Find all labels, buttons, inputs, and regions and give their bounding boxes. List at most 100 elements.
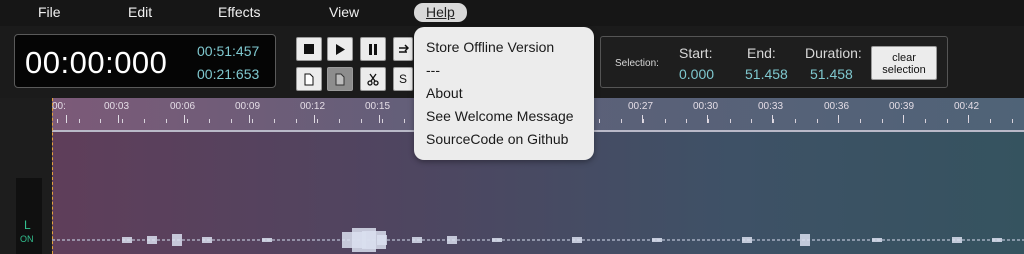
ruler-major-tick: [118, 115, 119, 123]
ruler-minor-tick: [947, 119, 948, 123]
ruler-minor-tick: [599, 119, 600, 123]
ruler-minor-tick: [382, 119, 383, 123]
ruler-minor-tick: [252, 119, 253, 123]
time-display: 00:00:000 00:51:457 00:21:653: [14, 34, 276, 88]
save-button[interactable]: [327, 67, 353, 91]
menu-about[interactable]: About: [426, 85, 463, 101]
ruler-minor-tick: [817, 119, 818, 123]
menu-file[interactable]: File: [38, 4, 61, 20]
waveform-segment: [122, 237, 132, 243]
menu-edit[interactable]: Edit: [128, 4, 152, 20]
ruler-minor-tick: [643, 119, 644, 123]
play-icon: [336, 43, 345, 55]
cut-button[interactable]: [360, 67, 386, 91]
ruler-minor-tick: [209, 119, 210, 123]
selection-time: 00:21:653: [197, 66, 260, 82]
waveform-segment: [572, 237, 582, 243]
ruler-tick-label: 00:06: [170, 101, 196, 112]
channel-toggle[interactable]: L ON: [16, 178, 42, 254]
ruler-minor-tick: [1012, 119, 1013, 123]
menu-view[interactable]: View: [329, 4, 359, 20]
ruler-minor-tick: [144, 119, 145, 123]
waveform-segment: [952, 237, 962, 243]
channel-name: L: [24, 218, 31, 232]
ruler-major-tick: [66, 115, 67, 123]
waveform-segment: [800, 234, 810, 246]
pause-button[interactable]: [360, 37, 386, 61]
playhead-cursor[interactable]: [52, 98, 53, 254]
ruler-minor-tick: [296, 119, 297, 123]
ruler-minor-tick: [860, 119, 861, 123]
ruler-tick-label: 00:27: [628, 101, 654, 112]
ruler-minor-tick: [838, 119, 839, 123]
duration-label: Duration:: [805, 45, 862, 61]
ruler-minor-tick: [122, 119, 123, 123]
save-icon: [335, 73, 345, 85]
ruler-tick-label: 00:39: [889, 101, 915, 112]
start-value: 0.000: [679, 66, 715, 82]
ruler-tick-label: 00:36: [824, 101, 850, 112]
ruler-minor-tick: [79, 119, 80, 123]
menu-welcome-message[interactable]: See Welcome Message: [426, 108, 574, 124]
clear-selection-button[interactable]: clear selection: [871, 46, 937, 80]
ruler-minor-tick: [166, 119, 167, 123]
ruler-minor-tick: [361, 119, 362, 123]
waveform-segment: [202, 237, 212, 243]
start-label: Start:: [679, 45, 713, 61]
selection-label: Selection:: [615, 58, 659, 69]
current-time: 00:00:000: [25, 45, 168, 80]
clear-label-line2: selection: [882, 64, 926, 76]
ruler-minor-tick: [882, 119, 883, 123]
channel-status: ON: [20, 234, 34, 244]
waveform-segment: [742, 237, 752, 243]
menu-separator: ---: [426, 62, 440, 78]
ruler-minor-tick: [925, 119, 926, 123]
menu-help[interactable]: Help: [414, 3, 467, 22]
ruler-minor-tick: [795, 119, 796, 123]
waveform-segment: [872, 238, 882, 242]
ruler-tick-label: 00:15: [365, 101, 391, 112]
duration-value: 51.458: [810, 66, 853, 82]
ruler-minor-tick: [621, 119, 622, 123]
stop-button[interactable]: [296, 37, 322, 61]
ruler-major-tick: [249, 115, 250, 123]
total-duration: 00:51:457: [197, 43, 260, 59]
menu-effects[interactable]: Effects: [218, 4, 261, 20]
waveform-segment: [447, 236, 457, 244]
new-file-button[interactable]: [296, 67, 322, 91]
stop-icon: [304, 44, 314, 54]
waveform-segment: [147, 236, 157, 244]
waveform-segment: [652, 238, 662, 242]
loop-icon: [399, 43, 409, 53]
ruler-tick-label: 00:12: [300, 101, 326, 112]
waveform-segment: [377, 235, 387, 245]
ruler-tick-label: 00:33: [758, 101, 784, 112]
ruler-minor-tick: [100, 119, 101, 123]
play-button[interactable]: [327, 37, 353, 61]
scissors-icon: [367, 73, 379, 86]
ruler-tick-label: 00:42: [954, 101, 980, 112]
partial-toolbar-button[interactable]: S: [393, 67, 413, 91]
menu-sourcecode[interactable]: SourceCode on Github: [426, 131, 568, 147]
ruler-minor-tick: [968, 119, 969, 123]
menu-store-offline[interactable]: Store Offline Version: [426, 39, 554, 55]
waveform-segment: [262, 238, 272, 242]
ruler-major-tick: [314, 115, 315, 123]
pause-icon: [369, 43, 377, 55]
selection-panel: Selection: Start: 0.000 End: 51.458 Dura…: [600, 36, 948, 88]
ruler-minor-tick: [274, 119, 275, 123]
waveform-segment: [492, 238, 502, 242]
ruler-minor-tick: [317, 119, 318, 123]
ruler-minor-tick: [903, 119, 904, 123]
ruler-minor-tick: [773, 119, 774, 123]
loop-button[interactable]: [393, 37, 413, 61]
waveform-segment: [412, 237, 422, 243]
ruler-minor-tick: [665, 119, 666, 123]
ruler-minor-tick: [686, 119, 687, 123]
menu-bar: File Edit Effects View Help: [0, 0, 1024, 26]
ruler-minor-tick: [708, 119, 709, 123]
help-menu-dropdown: Store Offline Version --- About See Welc…: [414, 27, 594, 160]
track-side-panel: L ON: [0, 98, 52, 254]
ruler-minor-tick: [751, 119, 752, 123]
end-value: 51.458: [745, 66, 788, 82]
